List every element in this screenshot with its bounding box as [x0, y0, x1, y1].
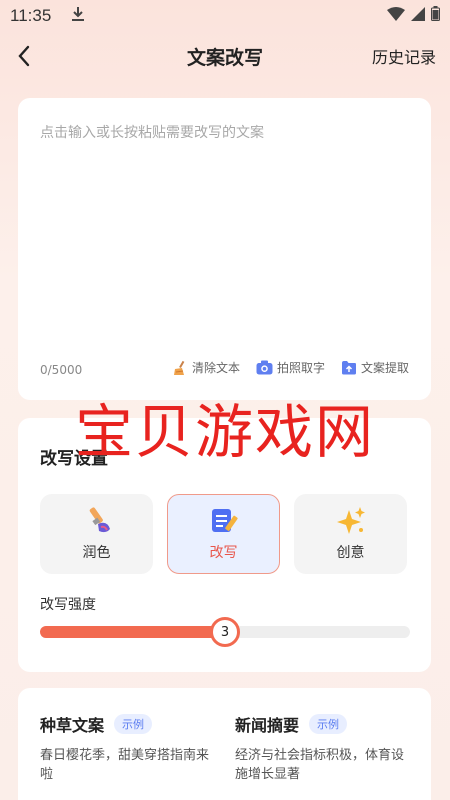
- status-bar: 11:35: [0, 0, 450, 32]
- brush-icon: [82, 506, 112, 536]
- nav-bar: 文案改写 历史记录: [0, 34, 450, 78]
- strength-label: 改写强度: [40, 597, 96, 613]
- photo-ocr-label: 拍照取字: [276, 361, 325, 375]
- upload-icon: [341, 360, 357, 375]
- battery-icon: [431, 6, 440, 26]
- rewrite-settings-card: 改写设置 润色 改写 创意 改写强度 3: [18, 418, 431, 672]
- input-tools: 清除文本 拍照取字 文案提取: [172, 359, 409, 376]
- mode-creative-label: 创意: [336, 545, 365, 561]
- signal-icon: [411, 6, 425, 26]
- clear-text-label: 清除文本: [191, 361, 240, 375]
- photo-ocr-button[interactable]: 拍照取字: [256, 359, 325, 376]
- example-item[interactable]: 种草文案 示例 春日樱花季，甜美穿搭指南来啦: [40, 712, 215, 784]
- wifi-icon: [387, 6, 405, 26]
- example-badge: 示例: [309, 714, 348, 734]
- camera-icon: [256, 360, 273, 375]
- chevron-left-icon: [18, 45, 30, 67]
- example-title: 种草文案: [40, 716, 105, 735]
- mode-rewrite[interactable]: 改写: [167, 494, 280, 574]
- char-count: 0/5000: [40, 363, 83, 377]
- strength-slider-thumb[interactable]: 3: [210, 617, 240, 647]
- status-time: 11:35: [10, 6, 52, 25]
- broom-icon: [172, 360, 188, 376]
- edit-doc-icon: [209, 506, 239, 536]
- page-title: 文案改写: [186, 46, 263, 69]
- download-icon: [71, 6, 85, 27]
- back-button[interactable]: [10, 42, 38, 70]
- mode-polish-label: 润色: [82, 545, 111, 561]
- strength-slider[interactable]: 3: [40, 617, 410, 647]
- clear-text-button[interactable]: 清除文本: [172, 359, 240, 376]
- example-desc: 经济与社会指标积极，体育设施增长显著: [235, 748, 405, 782]
- settings-title: 改写设置: [40, 449, 108, 469]
- strength-slider-fill: [40, 626, 225, 638]
- mode-polish[interactable]: 润色: [40, 494, 153, 574]
- text-extract-label: 文案提取: [360, 361, 409, 375]
- example-title: 新闻摘要: [235, 716, 300, 735]
- sparkle-icon: [335, 506, 367, 536]
- mode-creative[interactable]: 创意: [294, 494, 407, 574]
- text-extract-button[interactable]: 文案提取: [341, 359, 409, 376]
- history-button[interactable]: 历史记录: [372, 44, 436, 68]
- text-input-area[interactable]: 点击输入或长按粘贴需要改写的文案 0/5000 清除文本 拍照取字 文案提取: [18, 98, 431, 400]
- example-desc: 春日樱花季，甜美穿搭指南来啦: [40, 748, 210, 782]
- example-item[interactable]: 新闻摘要 示例 经济与社会指标积极，体育设施增长显著: [235, 712, 410, 784]
- example-badge: 示例: [114, 714, 153, 734]
- input-placeholder: 点击输入或长按粘贴需要改写的文案: [40, 125, 264, 141]
- examples-card: 种草文案 示例 春日樱花季，甜美穿搭指南来啦 新闻摘要 示例 经济与社会指标积极…: [18, 688, 431, 800]
- mode-rewrite-label: 改写: [209, 545, 238, 561]
